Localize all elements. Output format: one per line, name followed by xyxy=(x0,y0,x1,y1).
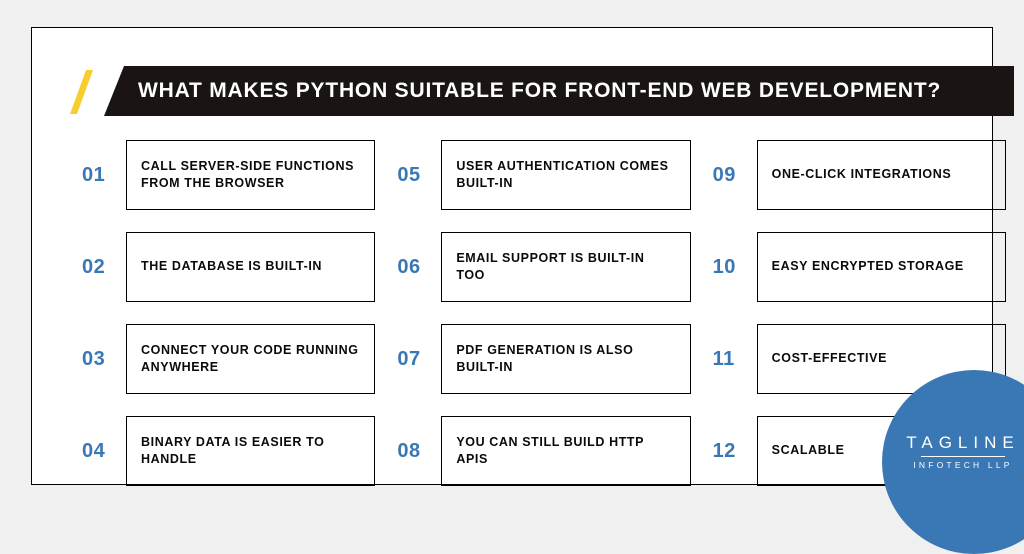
item-text: PDF GENERATION IS ALSO BUILT-IN xyxy=(441,324,690,394)
item-number: 01 xyxy=(82,140,126,210)
list-item: 03 CONNECT YOUR CODE RUNNING ANYWHERE xyxy=(82,324,375,394)
list-item: 06 EMAIL SUPPORT IS BUILT-IN TOO xyxy=(397,232,690,302)
item-text: USER AUTHENTICATION COMES BUILT-IN xyxy=(441,140,690,210)
list-item: 01 CALL SERVER-SIDE FUNCTIONS FROM THE B… xyxy=(82,140,375,210)
item-number: 11 xyxy=(713,324,757,394)
content-frame: WHAT MAKES PYTHON SUITABLE FOR FRONT-END… xyxy=(31,27,993,485)
accent-slash-icon xyxy=(70,70,93,114)
list-item: 10 EASY ENCRYPTED STORAGE xyxy=(713,232,1006,302)
item-number: 05 xyxy=(397,140,441,210)
list-item: 02 THE DATABASE IS BUILT-IN xyxy=(82,232,375,302)
item-text: BINARY DATA IS EASIER TO HANDLE xyxy=(126,416,375,486)
title-bar: WHAT MAKES PYTHON SUITABLE FOR FRONT-END… xyxy=(104,66,1014,116)
item-number: 12 xyxy=(713,416,757,486)
item-number: 08 xyxy=(397,416,441,486)
page-title: WHAT MAKES PYTHON SUITABLE FOR FRONT-END… xyxy=(138,79,941,103)
item-text: EMAIL SUPPORT IS BUILT-IN TOO xyxy=(441,232,690,302)
feature-grid: 01 CALL SERVER-SIDE FUNCTIONS FROM THE B… xyxy=(82,140,1006,486)
item-number: 07 xyxy=(397,324,441,394)
item-number: 03 xyxy=(82,324,126,394)
header: WHAT MAKES PYTHON SUITABLE FOR FRONT-END… xyxy=(74,66,1014,116)
item-text: YOU CAN STILL BUILD HTTP APIS xyxy=(441,416,690,486)
item-text: ONE-CLICK INTEGRATIONS xyxy=(757,140,1006,210)
brand-name: TAGLINE xyxy=(906,433,1019,453)
item-number: 10 xyxy=(713,232,757,302)
list-item: 07 PDF GENERATION IS ALSO BUILT-IN xyxy=(397,324,690,394)
list-item: 05 USER AUTHENTICATION COMES BUILT-IN xyxy=(397,140,690,210)
item-text: EASY ENCRYPTED STORAGE xyxy=(757,232,1006,302)
item-number: 09 xyxy=(713,140,757,210)
item-number: 02 xyxy=(82,232,126,302)
item-text: CALL SERVER-SIDE FUNCTIONS FROM THE BROW… xyxy=(126,140,375,210)
item-number: 04 xyxy=(82,416,126,486)
list-item: 09 ONE-CLICK INTEGRATIONS xyxy=(713,140,1006,210)
item-text: THE DATABASE IS BUILT-IN xyxy=(126,232,375,302)
list-item: 08 YOU CAN STILL BUILD HTTP APIS xyxy=(397,416,690,486)
item-number: 06 xyxy=(397,232,441,302)
list-item: 04 BINARY DATA IS EASIER TO HANDLE xyxy=(82,416,375,486)
item-text: CONNECT YOUR CODE RUNNING ANYWHERE xyxy=(126,324,375,394)
divider-icon xyxy=(921,456,1005,457)
brand-subtitle: INFOTECH LLP xyxy=(913,460,1012,470)
